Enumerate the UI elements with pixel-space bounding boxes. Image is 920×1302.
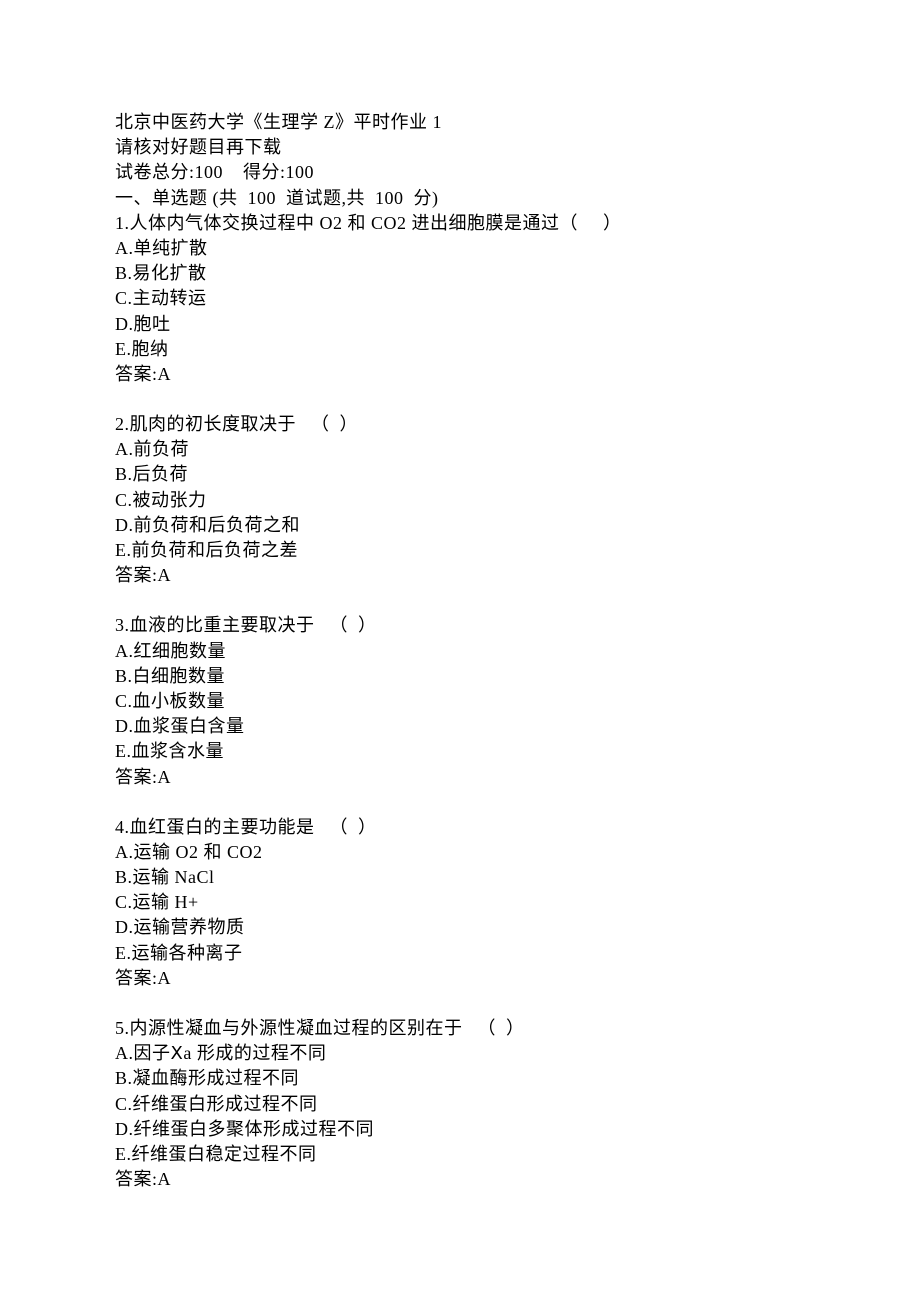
question-stem: 4.血红蛋白的主要功能是 （ ） [115, 815, 805, 840]
question-option: C.主动转运 [115, 286, 805, 311]
question-option: D.前负荷和后负荷之和 [115, 513, 805, 538]
question-stem: 1.人体内气体交换过程中 O2 和 CO2 进出细胞膜是通过（ ） [115, 211, 805, 236]
question-option: C.血小板数量 [115, 689, 805, 714]
question-option: E.前负荷和后负荷之差 [115, 538, 805, 563]
question-option: B.白细胞数量 [115, 664, 805, 689]
question-option: A.因子Ⅹa 形成的过程不同 [115, 1041, 805, 1066]
question-option: A.前负荷 [115, 437, 805, 462]
question-option: E.胞纳 [115, 337, 805, 362]
doc-title: 北京中医药大学《生理学 Z》平时作业 1 [115, 110, 805, 135]
question-option: C.纤维蛋白形成过程不同 [115, 1092, 805, 1117]
question-option: A.单纯扩散 [115, 236, 805, 261]
question-option: E.运输各种离子 [115, 941, 805, 966]
question-answer: 答案:A [115, 563, 805, 588]
page-container: 北京中医药大学《生理学 Z》平时作业 1 请核对好题目再下载 试卷总分:100 … [0, 0, 920, 1302]
question-option: B.运输 NaCl [115, 865, 805, 890]
doc-instruction: 请核对好题目再下载 [115, 135, 805, 160]
question-option: B.后负荷 [115, 462, 805, 487]
question-option: E.纤维蛋白稳定过程不同 [115, 1142, 805, 1167]
question-option: A.红细胞数量 [115, 639, 805, 664]
spacer [115, 387, 805, 412]
question-stem: 5.内源性凝血与外源性凝血过程的区别在于 （ ） [115, 1016, 805, 1041]
question-stem: 2.肌肉的初长度取决于 （ ） [115, 412, 805, 437]
question-option: A.运输 O2 和 CO2 [115, 840, 805, 865]
spacer [115, 588, 805, 613]
score-line: 试卷总分:100 得分:100 [115, 160, 805, 185]
question-option: C.被动张力 [115, 488, 805, 513]
question-option: D.血浆蛋白含量 [115, 714, 805, 739]
question-stem: 3.血液的比重主要取决于 （ ） [115, 613, 805, 638]
question-option: D.运输营养物质 [115, 915, 805, 940]
question-answer: 答案:A [115, 1167, 805, 1192]
question-answer: 答案:A [115, 765, 805, 790]
question-option: E.血浆含水量 [115, 739, 805, 764]
spacer [115, 790, 805, 815]
question-option: C.运输 H+ [115, 890, 805, 915]
question-option: D.胞吐 [115, 312, 805, 337]
section-title: 一、单选题 (共 100 道试题,共 100 分) [115, 186, 805, 211]
question-option: B.易化扩散 [115, 261, 805, 286]
question-answer: 答案:A [115, 966, 805, 991]
question-option: D.纤维蛋白多聚体形成过程不同 [115, 1117, 805, 1142]
question-option: B.凝血酶形成过程不同 [115, 1066, 805, 1091]
question-answer: 答案:A [115, 362, 805, 387]
spacer [115, 991, 805, 1016]
